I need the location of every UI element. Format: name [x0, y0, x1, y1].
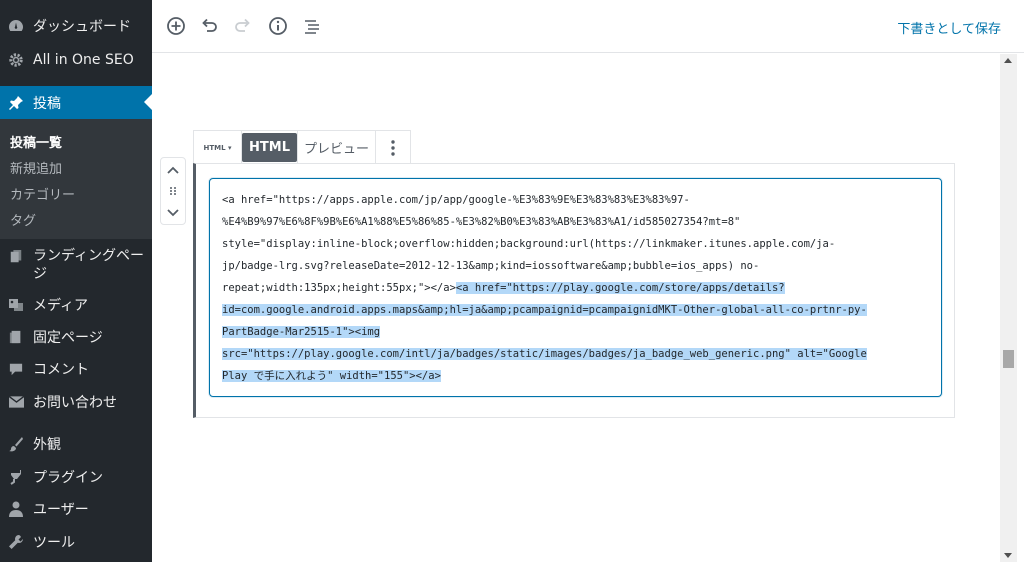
- drag-handle[interactable]: [161, 181, 185, 201]
- submenu-item-tags[interactable]: タグ: [10, 210, 36, 229]
- gear-icon: [8, 52, 24, 68]
- scroll-down-arrow-icon[interactable]: [1004, 553, 1012, 558]
- scrollbar-thumb[interactable]: [1003, 350, 1014, 368]
- dashboard-icon: [8, 18, 24, 34]
- sidebar-item-label: 外観: [33, 437, 61, 453]
- sidebar-item-label: 固定ページ: [33, 330, 103, 346]
- sidebar-item-label: ツール: [33, 535, 75, 551]
- page-icon: [8, 329, 24, 345]
- vertical-ellipsis-icon: [391, 139, 395, 156]
- selected-code-line: <a href="https://play.google.com/store/a…: [455, 282, 785, 294]
- selected-code-line: src="https://play.google.com/intl/ja/bad…: [222, 348, 867, 360]
- pin-icon: [8, 95, 24, 111]
- editor-header-toolbar: 下書きとして保存: [152, 0, 1024, 53]
- sidebar-item-label: お問い合わせ: [33, 395, 117, 411]
- chevron-up-icon: [167, 166, 179, 174]
- submenu-item-all-posts[interactable]: 投稿一覧: [10, 132, 62, 151]
- sidebar-item-contact[interactable]: お問い合わせ: [0, 386, 152, 418]
- comment-icon: [8, 361, 24, 377]
- plugin-icon: [8, 469, 24, 485]
- tab-preview[interactable]: プレビュー: [298, 131, 376, 164]
- sidebar-item-label: ランディングページ: [33, 248, 145, 282]
- chevron-down-icon: [167, 209, 179, 217]
- sidebar-item-tools[interactable]: ツール: [0, 526, 152, 558]
- html-code-textarea[interactable]: <a href="https://apps.apple.com/jp/app/g…: [209, 178, 942, 397]
- redo-button[interactable]: [231, 14, 255, 38]
- sidebar-item-label: ダッシュボード: [33, 19, 131, 35]
- sidebar-item-users[interactable]: ユーザー: [0, 493, 152, 525]
- sidebar-item-comments[interactable]: コメント: [0, 353, 152, 385]
- code-line: repeat;width:135px;height:55px;"></a>: [222, 282, 456, 294]
- sidebar-item-appearance[interactable]: 外観: [0, 428, 152, 460]
- sidebar-item-label: ユーザー: [33, 502, 89, 518]
- code-line-selected-wrapper: src="https://play.google.com/intl/ja/bad…: [222, 343, 930, 365]
- tab-html-container: HTML: [242, 131, 298, 164]
- move-up-button[interactable]: [161, 160, 185, 180]
- code-line-selected-wrapper: id=com.google.android.apps.maps&amp;hl=j…: [222, 299, 930, 321]
- code-line: %E4%B9%97%E6%8F%9B%E6%A1%88%E5%86%85-%E3…: [222, 216, 741, 228]
- sidebar-item-plugins[interactable]: プラグイン: [0, 461, 152, 493]
- scroll-up-arrow-icon[interactable]: [1004, 58, 1012, 63]
- active-indicator: [144, 94, 152, 110]
- code-line-mixed: repeat;width:135px;height:55px;"></a><a …: [222, 277, 930, 299]
- pages-icon: [8, 249, 24, 265]
- sidebar-item-posts[interactable]: 投稿: [0, 86, 152, 120]
- code-line-selected-wrapper: Play で手に入れよう" width="155"></a>: [222, 365, 930, 387]
- code-line-selected-wrapper: PartBadge-Mar2515-1"><img: [222, 321, 930, 343]
- sidebar-item-all-in-one-seo[interactable]: All in One SEO: [0, 44, 152, 76]
- code-line: style="display:inline-block;overflow:hid…: [222, 238, 836, 250]
- add-block-button[interactable]: [164, 14, 188, 38]
- brush-icon: [8, 436, 24, 452]
- code-line: <a href="https://apps.apple.com/jp/app/g…: [222, 194, 690, 206]
- content-info-button[interactable]: [266, 14, 290, 38]
- sidebar-item-dashboard[interactable]: ダッシュボード: [0, 10, 152, 42]
- posts-submenu: 投稿一覧 新規追加 カテゴリー タグ: [0, 119, 152, 239]
- selected-code-line: id=com.google.android.apps.maps&amp;hl=j…: [222, 304, 867, 316]
- vertical-scrollbar[interactable]: [1000, 54, 1017, 562]
- redo-icon: [235, 18, 250, 32]
- undo-button[interactable]: [197, 14, 221, 38]
- info-icon: [269, 17, 287, 35]
- admin-sidebar: ダッシュボード All in One SEO 投稿 投稿一覧 新規追加 カテゴリ…: [0, 0, 152, 562]
- user-icon: [8, 501, 24, 517]
- mail-icon: [8, 394, 24, 410]
- more-options-button[interactable]: [376, 131, 410, 164]
- sidebar-item-media[interactable]: メディア: [0, 289, 152, 321]
- submenu-item-categories[interactable]: カテゴリー: [10, 184, 75, 203]
- sidebar-item-landing-pages[interactable]: ランディングページ: [0, 243, 152, 283]
- sidebar-item-label: プラグイン: [33, 470, 103, 486]
- sidebar-item-label: メディア: [33, 298, 89, 314]
- tab-html[interactable]: HTML: [242, 133, 297, 162]
- sidebar-item-label: 投稿: [33, 96, 61, 112]
- media-icon: [8, 297, 24, 313]
- submenu-item-add-new[interactable]: 新規追加: [10, 158, 62, 177]
- undo-icon: [202, 18, 217, 32]
- wrench-icon: [8, 534, 24, 550]
- code-line: jp/badge-lrg.svg?releaseDate=2012-12-13&…: [222, 260, 760, 272]
- sidebar-item-label: All in One SEO: [33, 52, 134, 68]
- block-mover: [160, 157, 186, 225]
- block-navigation-button[interactable]: [300, 14, 324, 38]
- block-toolbar: HTML ▾ HTML プレビュー: [193, 130, 411, 164]
- drag-dots-icon: [170, 187, 176, 195]
- save-draft-button[interactable]: 下書きとして保存: [897, 18, 1001, 37]
- block-type-switcher[interactable]: HTML ▾: [194, 131, 242, 164]
- selected-code-line: Play で手に入れよう" width="155"></a>: [222, 370, 441, 382]
- move-down-button[interactable]: [161, 203, 185, 223]
- plus-circle-icon: [167, 17, 185, 35]
- sidebar-item-pages[interactable]: 固定ページ: [0, 321, 152, 353]
- code-content: <a href="https://apps.apple.com/jp/app/g…: [222, 189, 930, 387]
- sidebar-item-label: コメント: [33, 362, 89, 378]
- selected-code-line: PartBadge-Mar2515-1"><img: [222, 326, 381, 338]
- list-icon: [305, 20, 319, 34]
